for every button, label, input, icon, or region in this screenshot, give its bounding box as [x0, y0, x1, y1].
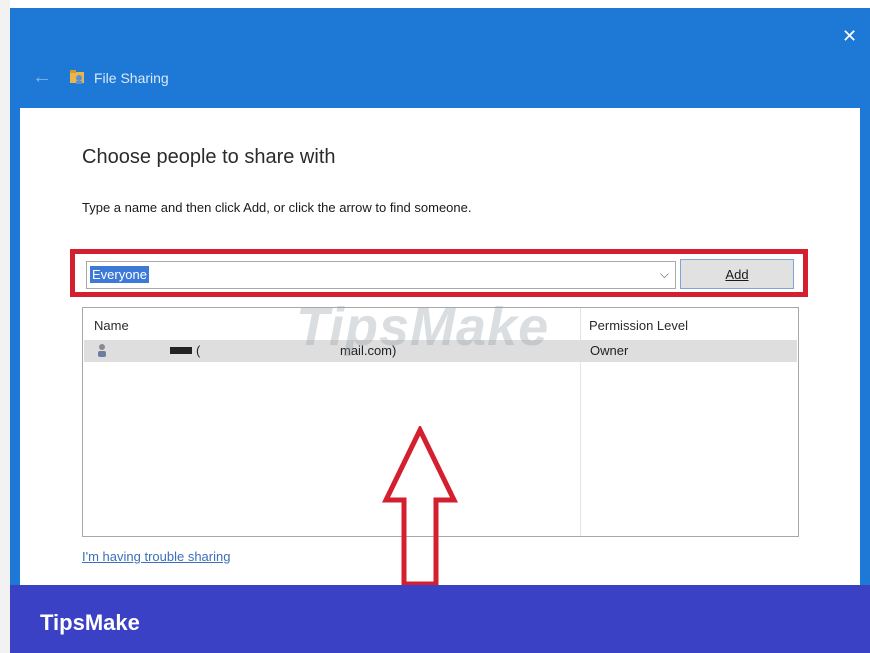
trouble-sharing-link[interactable]: I'm having trouble sharing	[82, 549, 230, 564]
add-button[interactable]: Add	[680, 259, 794, 289]
file-sharing-icon	[70, 70, 84, 84]
chevron-down-icon[interactable]: ⌵	[660, 267, 669, 282]
column-header-permission[interactable]: Permission Level	[589, 318, 688, 333]
dialog-content: Choose people to share with Type a name …	[20, 108, 860, 592]
footer-banner: TipsMake	[10, 585, 870, 653]
user-icon	[98, 344, 106, 357]
window-title: File Sharing	[94, 70, 169, 86]
watermark: TipsMake	[296, 297, 550, 357]
brand-label: TipsMake	[40, 610, 140, 635]
screenshot-frame: ← File Sharing ✕ Choose people to share …	[0, 0, 870, 653]
title-bar: ← File Sharing ✕	[10, 8, 870, 118]
back-arrow-icon[interactable]: ←	[32, 66, 52, 89]
background-strip	[0, 0, 10, 653]
file-sharing-window: ← File Sharing ✕ Choose people to share …	[10, 8, 870, 653]
name-input-value[interactable]: Everyone	[90, 266, 149, 283]
dialog-heading: Choose people to share with	[82, 146, 336, 168]
row-permission[interactable]: Owner	[590, 343, 628, 358]
up-arrow-annotation	[382, 426, 458, 587]
name-combobox[interactable]: Everyone ⌵	[86, 261, 676, 289]
dialog-instruction: Type a name and then click Add, or click…	[82, 200, 472, 215]
add-button-label: Add	[725, 266, 749, 282]
redacted-name	[170, 347, 192, 354]
close-icon[interactable]: ✕	[842, 26, 857, 47]
column-header-name[interactable]: Name	[94, 318, 129, 333]
row-name-start: (	[196, 343, 201, 358]
